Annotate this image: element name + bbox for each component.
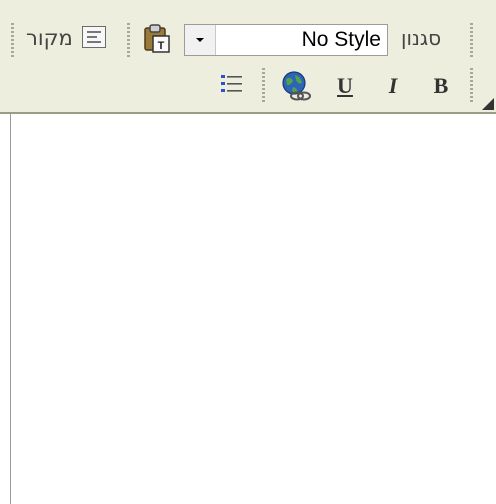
editor-toolbar: מקור T No Style סגנון U I B: [0, 0, 496, 114]
toolbar-collapse-handle[interactable]: [482, 98, 494, 110]
style-select-value: No Style: [301, 28, 381, 51]
italic-button[interactable]: I: [376, 70, 410, 102]
svg-text:T: T: [158, 40, 165, 52]
style-select[interactable]: No Style: [184, 24, 388, 56]
toolbar-separator: [262, 68, 265, 102]
underline-label: U: [337, 73, 353, 98]
underline-button[interactable]: U: [328, 70, 362, 102]
source-button[interactable]: מקור: [24, 22, 112, 56]
toolbar-separator: [127, 23, 130, 57]
source-icon: [82, 26, 106, 48]
italic-label: I: [388, 73, 398, 98]
bulleted-list-icon: [221, 75, 242, 92]
bold-label: B: [433, 73, 449, 98]
insert-link-button[interactable]: [276, 68, 316, 104]
toolbar-separator: [11, 23, 14, 57]
toolbar-separator: [470, 23, 473, 57]
paste-button[interactable]: T: [140, 22, 174, 56]
editor-content-area[interactable]: [10, 114, 496, 504]
source-button-label: מקור: [26, 26, 73, 50]
bold-button[interactable]: B: [424, 70, 458, 102]
paste-icon: T: [144, 24, 170, 53]
rich-text-editor: מקור T No Style סגנון U I B: [0, 0, 496, 504]
styles-label: סגנון: [401, 26, 442, 50]
toolbar-separator: [470, 68, 473, 102]
bulleted-list-button[interactable]: [215, 68, 249, 102]
hyperlink-globe-icon: [282, 71, 311, 101]
dropdown-arrow[interactable]: [185, 25, 216, 55]
